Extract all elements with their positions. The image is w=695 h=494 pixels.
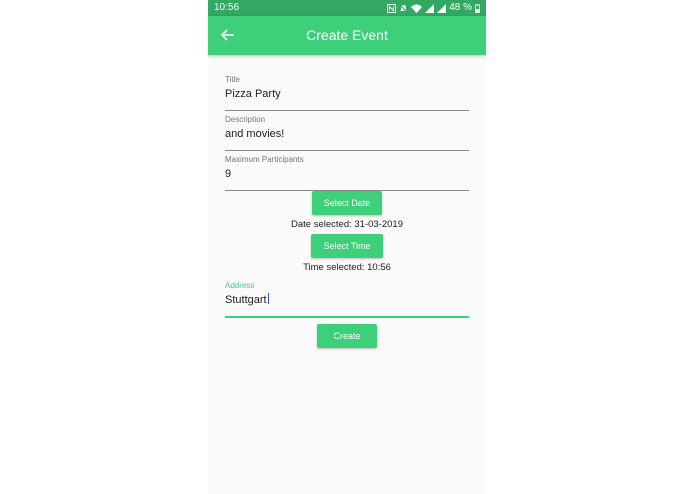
title-input[interactable]: Pizza Party xyxy=(225,87,469,102)
address-field[interactable]: Address Stuttgart xyxy=(225,281,469,318)
signal-icon xyxy=(437,3,447,13)
signal-icon xyxy=(425,3,435,13)
time-selected-text: Time selected: 10:56 xyxy=(303,262,391,273)
select-time-button[interactable]: Select Time xyxy=(311,234,383,258)
battery-percent: 48 % xyxy=(449,2,472,13)
mute-icon xyxy=(399,4,408,12)
status-bar: 10:56 48 % xyxy=(208,0,486,16)
text-caret xyxy=(267,293,269,304)
address-underline xyxy=(225,316,469,318)
description-input[interactable]: and movies! xyxy=(225,127,469,142)
phone-screen: 10:56 48 % Create Event Title Pizza Part… xyxy=(208,0,486,494)
date-selected-text: Date selected: 31-03-2019 xyxy=(291,219,403,230)
description-field[interactable]: Description and movies! xyxy=(225,115,469,151)
title-underline xyxy=(225,110,469,111)
create-button[interactable]: Create xyxy=(317,324,377,348)
title-label: Title xyxy=(225,75,240,84)
wifi-icon xyxy=(411,4,423,13)
battery-icon xyxy=(475,3,480,13)
address-value: Stuttgart xyxy=(225,294,267,306)
select-date-button[interactable]: Select Date xyxy=(312,191,382,215)
app-bar: Create Event xyxy=(208,16,486,55)
arrow-left-icon[interactable] xyxy=(218,26,236,44)
max-participants-input[interactable]: 9 xyxy=(225,167,469,182)
page-title: Create Event xyxy=(306,27,388,43)
max-participants-label: Maximum Participants xyxy=(225,155,304,164)
nfc-icon xyxy=(387,3,397,13)
description-underline xyxy=(225,150,469,151)
title-field[interactable]: Title Pizza Party xyxy=(225,75,469,111)
max-participants-field[interactable]: Maximum Participants 9 xyxy=(225,155,469,191)
address-label: Address xyxy=(225,281,255,290)
status-time: 10:56 xyxy=(214,2,240,13)
address-input[interactable]: Stuttgart xyxy=(225,293,469,308)
description-label: Description xyxy=(225,115,266,124)
status-icons: 48 % xyxy=(387,0,480,16)
